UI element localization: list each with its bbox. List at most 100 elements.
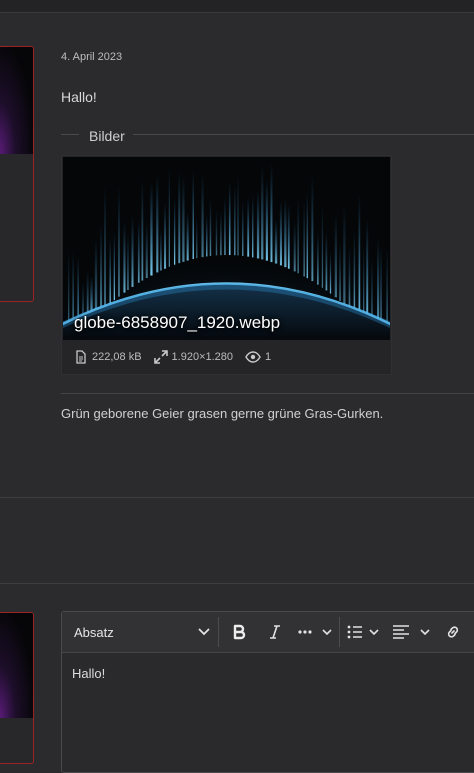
image-dimensions: 1.920×1.280	[171, 351, 234, 363]
data-beam	[284, 198, 287, 268]
chevron-down-icon	[369, 628, 379, 635]
data-beam	[317, 231, 319, 285]
data-beam	[261, 164, 264, 260]
data-beam	[287, 204, 290, 269]
data-beam	[141, 179, 144, 281]
expand-icon	[153, 350, 168, 364]
toolbar-separator	[339, 617, 340, 647]
attachment-meta: 222,08 kB 1.920×1.280 1	[74, 348, 283, 366]
data-beam	[118, 185, 120, 297]
bold-icon	[233, 624, 246, 640]
data-beam	[303, 200, 305, 277]
post-author-avatar[interactable]	[0, 46, 34, 302]
italic-icon	[270, 625, 280, 639]
data-beam	[265, 179, 268, 261]
data-beam	[311, 174, 314, 282]
data-beam	[334, 212, 337, 298]
chevron-down-icon	[420, 628, 430, 635]
data-beam	[353, 230, 356, 314]
editor-toolbar: Absatz	[62, 612, 474, 653]
data-beam	[366, 219, 369, 326]
data-beam	[343, 203, 346, 305]
chevron-down-icon	[322, 628, 332, 635]
data-beam	[329, 251, 332, 294]
italic-button[interactable]	[262, 618, 288, 646]
data-beam	[178, 170, 181, 264]
data-beam	[274, 218, 278, 264]
attachment-filename[interactable]: globe-6858907_1920.webp	[74, 313, 280, 333]
data-beam	[234, 184, 236, 256]
post-date: 4. April 2023	[61, 51, 123, 63]
data-beam	[252, 194, 254, 258]
avatar-image	[0, 47, 33, 154]
post-separator	[0, 583, 474, 584]
data-beam	[220, 211, 222, 256]
data-beam	[94, 237, 98, 317]
data-beam	[109, 235, 111, 304]
data-beam	[186, 211, 189, 261]
data-beam	[321, 204, 324, 288]
attachments-legend: Bilder	[89, 128, 125, 144]
attachment-thumbnail[interactable]: globe-6858907_1920.webp	[63, 157, 390, 340]
alignment-button[interactable]	[392, 618, 430, 646]
fieldset-border	[133, 134, 474, 135]
data-beam	[279, 200, 283, 266]
fieldset-border	[61, 134, 79, 135]
data-beam	[242, 200, 244, 256]
view-count: 1	[265, 351, 272, 363]
post-separator	[0, 497, 474, 498]
data-beam	[293, 221, 296, 272]
data-beam	[160, 228, 162, 271]
data-beam	[209, 198, 212, 256]
data-beam	[228, 181, 231, 256]
data-beam	[325, 230, 328, 291]
data-beam	[127, 232, 129, 290]
data-beam	[306, 191, 309, 279]
avatar-image	[0, 613, 33, 718]
data-beam	[113, 231, 115, 301]
data-beam	[237, 172, 239, 256]
reply-editor[interactable]: Absatz Hallo!	[61, 611, 474, 773]
data-beam	[358, 193, 361, 318]
data-beam	[168, 165, 170, 267]
data-beam	[192, 170, 194, 260]
data-beam	[224, 196, 226, 256]
image-attachment[interactable]: globe-6858907_1920.webp 222,08 kB 1.920×…	[61, 155, 392, 375]
data-beam	[173, 197, 176, 265]
format-select-label: Absatz	[74, 624, 114, 640]
align-icon	[393, 625, 409, 639]
bold-button[interactable]	[226, 618, 252, 646]
data-beam	[270, 162, 273, 263]
file-size: 222,08 kB	[92, 351, 142, 363]
eye-icon	[245, 351, 261, 363]
data-beam	[297, 196, 299, 274]
data-beam	[137, 218, 140, 283]
editor-content[interactable]: Hallo!	[72, 666, 105, 681]
toolbar-separator	[218, 617, 219, 647]
data-beam	[205, 213, 208, 257]
data-beam	[164, 202, 167, 269]
data-beam	[339, 242, 341, 301]
data-beam	[256, 190, 260, 259]
paragraph-format-select[interactable]: Absatz	[74, 618, 210, 646]
data-beam	[247, 196, 250, 257]
top-bar	[0, 0, 474, 13]
more-icon	[298, 630, 312, 634]
link-button[interactable]	[442, 618, 464, 646]
data-beam	[348, 244, 351, 309]
data-beam	[196, 216, 198, 259]
list-button[interactable]	[347, 618, 379, 646]
current-user-avatar[interactable]	[0, 612, 34, 764]
post-greeting: Hallo!	[61, 89, 97, 105]
signature-divider	[61, 393, 474, 394]
data-beam	[104, 183, 106, 309]
chevron-down-icon	[198, 628, 210, 636]
data-beam	[215, 208, 218, 256]
data-beam	[131, 215, 134, 287]
data-beam	[150, 181, 153, 276]
link-icon	[447, 626, 459, 638]
more-formatting-button[interactable]	[298, 618, 332, 646]
data-beam	[156, 173, 159, 273]
data-beam	[201, 173, 204, 258]
data-beam	[100, 224, 103, 312]
